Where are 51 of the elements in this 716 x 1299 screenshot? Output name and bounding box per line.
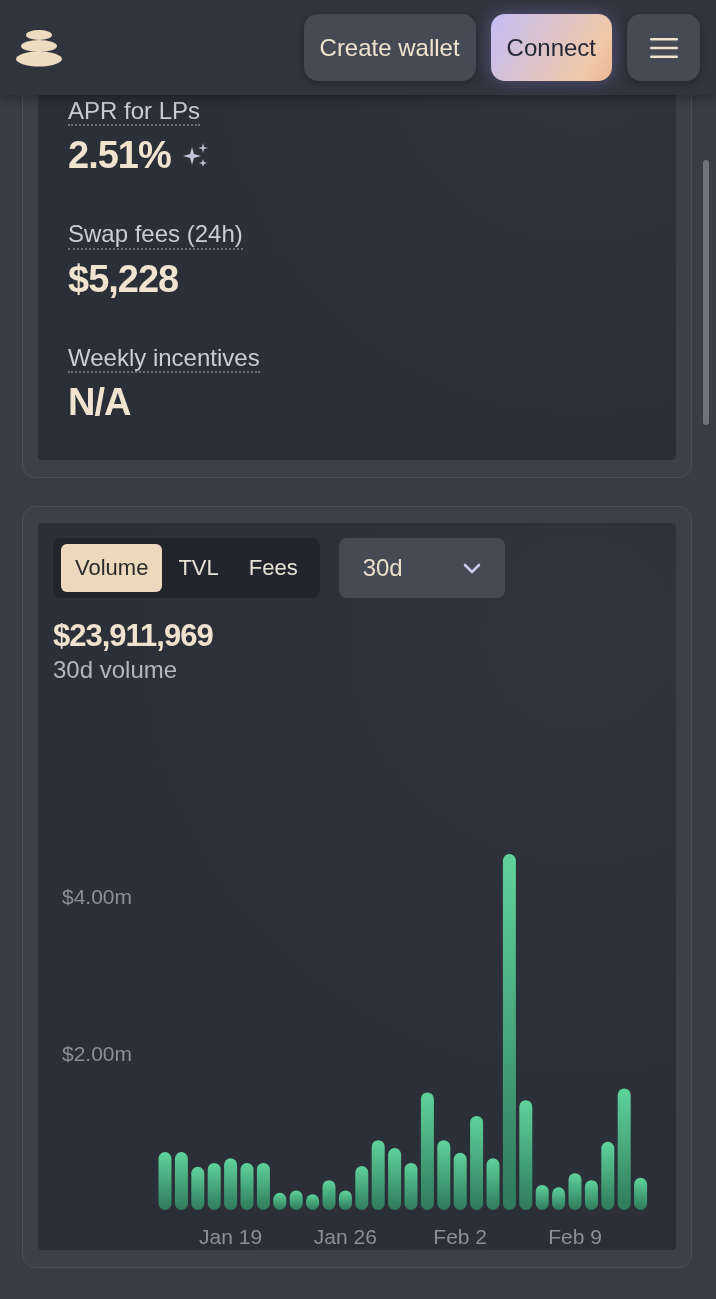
axis-label: $4.00m (62, 885, 133, 909)
chevron-down-icon (462, 562, 481, 574)
chart-tab[interactable]: Fees (234, 544, 312, 593)
volume-bar (306, 1194, 320, 1211)
axis-label: Jan 19 (199, 1225, 263, 1249)
axis-label: Feb 9 (548, 1225, 602, 1249)
volume-bar (453, 1152, 467, 1211)
volume-bar (437, 1140, 451, 1211)
scrollbar[interactable] (703, 160, 709, 425)
volume-bar (601, 1141, 615, 1211)
chart-tab[interactable]: Volume (61, 544, 163, 593)
volume-bar (224, 1158, 238, 1211)
volume-bar (273, 1192, 287, 1211)
volume-bar (552, 1187, 566, 1211)
volume-bar (584, 1180, 598, 1211)
menu-icon (649, 37, 678, 58)
logo-icon (16, 28, 62, 67)
period-dropdown[interactable]: 30d (338, 538, 505, 599)
volume-bar (535, 1185, 549, 1211)
volume-bar (634, 1178, 648, 1211)
axis-label: Jan 26 (313, 1225, 377, 1249)
stat-label[interactable]: APR for LPs (68, 98, 201, 127)
stat-label[interactable]: Weekly incentives (68, 344, 260, 374)
stat-value: $5,228 (68, 257, 179, 301)
sparkle-icon (182, 142, 209, 169)
volume-bar (338, 1190, 352, 1211)
volume-bar (322, 1180, 336, 1211)
volume-bar (256, 1163, 270, 1211)
volume-bar (158, 1152, 172, 1211)
volume-bar (174, 1152, 188, 1211)
stat-value: N/A (68, 381, 131, 425)
create-wallet-button[interactable]: Create wallet (303, 14, 476, 81)
volume-bar (289, 1190, 303, 1211)
stat-value: 2.51% (68, 134, 171, 178)
volume-bar (371, 1140, 385, 1211)
stat-label[interactable]: Swap fees (24h) (68, 221, 243, 250)
connect-button[interactable]: Connect (490, 14, 612, 81)
axis-label: Feb 2 (433, 1225, 488, 1249)
volume-bar (404, 1163, 418, 1211)
volume-bar (191, 1167, 205, 1211)
volume-bar (486, 1158, 500, 1211)
total-volume: $23,911,969 (53, 618, 214, 655)
volume-bar (568, 1173, 582, 1211)
menu-button[interactable] (627, 14, 700, 81)
chart-tab[interactable]: TVL (164, 544, 233, 593)
volume-caption: 30d volume (53, 656, 179, 685)
volume-bar (388, 1148, 402, 1211)
volume-bar (207, 1163, 221, 1211)
volume-bar (355, 1166, 369, 1211)
volume-bar (240, 1163, 254, 1211)
axis-label: $2.00m (62, 1042, 133, 1066)
